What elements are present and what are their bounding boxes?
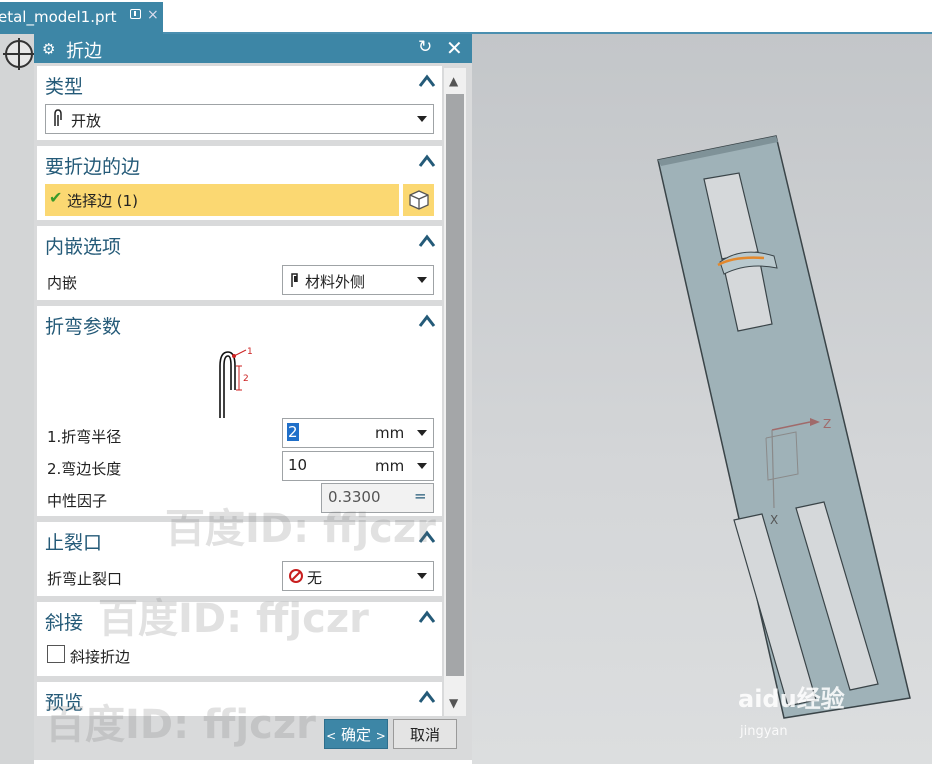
watermark: 百度ID: ffjczr — [165, 506, 436, 552]
collapse-chevron-icon[interactable] — [418, 234, 436, 248]
bend-radius-label: 1.折弯半径 — [47, 428, 122, 446]
checkmark-icon: ✔ — [49, 188, 63, 207]
flange-length-input[interactable]: 10 mm — [282, 451, 434, 481]
bend-diagram: 1 2 — [219, 347, 253, 418]
cube-icon — [409, 190, 429, 210]
document-tab-title: etal_model1.prt — [0, 8, 117, 26]
section-bend: 折弯参数 1 2 1.折弯半径 2 mm 2.弯边长度 10 mm 中性因子 0… — [37, 306, 442, 516]
no-relief-icon — [289, 569, 303, 583]
bend-mark-2: 2 — [243, 374, 249, 384]
dialog-title-bar[interactable]: ⚙ 折边 ↻ ✕ — [34, 34, 472, 63]
section-inset: 内嵌选项 内嵌 材料外侧 — [37, 226, 442, 300]
watermark: 百度ID: ffjczr — [45, 702, 316, 748]
restore-icon[interactable] — [130, 9, 141, 19]
section-bend-heading[interactable]: 折弯参数 — [45, 312, 121, 339]
dialog-title: 折边 — [66, 41, 102, 62]
bend-radius-unit: mm — [375, 424, 405, 442]
scroll-down-icon[interactable]: ▼ — [449, 696, 458, 710]
chevron-down-icon — [417, 277, 427, 283]
collapse-chevron-icon[interactable] — [418, 74, 436, 88]
miter-checkbox[interactable] — [47, 645, 65, 663]
section-inset-heading[interactable]: 内嵌选项 — [45, 232, 121, 259]
chevron-down-icon — [417, 116, 427, 122]
tab-close-icon[interactable]: × — [147, 7, 159, 23]
select-edge-label: 选择边 (1) — [67, 192, 139, 210]
chevron-down-icon — [417, 573, 427, 579]
axis-z-label: Z — [823, 417, 831, 431]
cancel-button[interactable]: 取消 — [393, 719, 457, 749]
watermark: 百度ID: ffjczr — [98, 596, 369, 642]
bend-mark-1: 1 — [247, 347, 253, 357]
neutral-factor-label: 中性因子 — [47, 492, 108, 510]
section-type-heading[interactable]: 类型 — [45, 72, 83, 99]
bend-radius-value: 2 — [287, 423, 299, 441]
flange-length-unit: mm — [375, 457, 405, 475]
ok-button-label: 确定 — [340, 726, 371, 744]
baidu-logo-subtext: jingyan — [740, 724, 788, 739]
ok-button[interactable]: < 确定 > — [324, 719, 388, 749]
inset-select[interactable]: 材料外侧 — [282, 265, 434, 295]
flange-length-value: 10 — [288, 456, 308, 474]
material-outside-icon — [289, 270, 301, 292]
reset-icon[interactable]: ↻ — [418, 37, 432, 57]
bend-radius-input[interactable]: 2 mm — [282, 418, 434, 448]
open-flange-icon — [52, 109, 64, 131]
sheet-metal-model: Z X — [657, 135, 911, 719]
section-edge: 要折边的边 ✔ 选择边 (1) — [37, 146, 442, 220]
section-edge-heading[interactable]: 要折边的边 — [45, 152, 140, 179]
type-select[interactable]: 开放 — [45, 104, 434, 134]
cube-selector-button[interactable] — [401, 184, 434, 216]
document-tab-bar: etal_model1.prt × — [0, 0, 932, 34]
flange-dialog: ⚙ 折边 ↻ ✕ 类型 开放 要折边的边 ✔ 选择边 (1) 内嵌选项 内嵌 材… — [34, 34, 472, 760]
move-cursor-icon — [3, 38, 35, 70]
dialog-scrollbar[interactable]: ▲ ▼ — [444, 68, 466, 716]
section-type: 类型 开放 — [37, 66, 442, 140]
gear-icon: ⚙ — [42, 40, 56, 58]
chevron-down-icon[interactable] — [417, 430, 427, 436]
chevron-down-icon[interactable] — [417, 463, 427, 469]
select-edge-row[interactable]: ✔ 选择边 (1) — [45, 184, 399, 216]
inset-select-value: 材料外侧 — [305, 273, 366, 291]
scroll-up-icon[interactable]: ▲ — [449, 74, 458, 88]
miter-checkbox-label: 斜接折边 — [70, 648, 131, 666]
collapse-chevron-icon[interactable] — [418, 610, 436, 624]
type-select-value: 开放 — [71, 112, 102, 130]
collapse-chevron-icon[interactable] — [418, 154, 436, 168]
bend-relief-value: 无 — [307, 569, 323, 587]
collapse-chevron-icon[interactable] — [418, 690, 436, 704]
graphics-viewport[interactable]: Z X aidu经验 jingyan — [472, 34, 932, 764]
inset-label: 内嵌 — [47, 274, 78, 292]
collapse-chevron-icon[interactable] — [418, 314, 436, 328]
axis-x-label: X — [770, 513, 778, 527]
section-relief-heading[interactable]: 止裂口 — [45, 528, 102, 555]
flange-length-label: 2.弯边长度 — [47, 460, 122, 478]
left-resource-strip — [0, 34, 34, 764]
scroll-thumb[interactable] — [446, 94, 464, 676]
document-tab[interactable]: etal_model1.prt × — [0, 2, 163, 34]
close-icon[interactable]: ✕ — [446, 36, 463, 60]
baidu-logo-text: aidu经验 — [738, 685, 845, 713]
section-miter-heading[interactable]: 斜接 — [45, 608, 83, 635]
